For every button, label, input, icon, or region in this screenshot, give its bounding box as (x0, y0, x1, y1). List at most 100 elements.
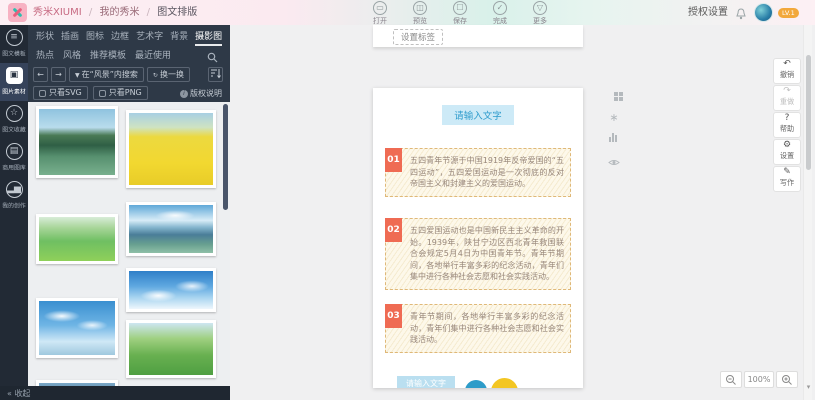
settings-button[interactable]: ⚙ 设置 (773, 139, 801, 165)
footer-text-placeholder[interactable]: 请输入文字 (397, 376, 455, 388)
only-png-label: 只看PNG (109, 87, 142, 99)
zoom-out-button[interactable] (720, 371, 742, 388)
finish-button[interactable]: ✓ 完成 (480, 1, 520, 26)
only-svg-toggle[interactable]: 只看SVG (33, 86, 88, 100)
more-button[interactable]: ▽ 更多 (520, 1, 560, 26)
numbered-text-block[interactable]: 03 青年节期间，各地举行丰富多彩的纪念活动，青年们集中进行各种社会志愿和社会实… (385, 304, 571, 353)
right-toolbar: ↶ 撤销 ↷ 重做 ? 帮助 ⚙ 设置 ✎ 写作 (773, 58, 801, 193)
scrollbar-thumb[interactable] (806, 55, 811, 170)
photo-thumbnail[interactable] (126, 110, 216, 188)
search-in-label: 在“风景”内搜索 (82, 70, 138, 79)
document-page[interactable]: 请输入文字 01 五四青年节源于中国1919年反帝爱国的“五四运动”，五四爱国运… (373, 88, 583, 388)
zoom-in-button[interactable] (776, 371, 798, 388)
grid-icon[interactable] (606, 92, 622, 111)
sidebar-item-images[interactable]: ▣ 图片素材 (0, 63, 28, 101)
funnel-icon: ▼ (75, 72, 80, 79)
sidebar-item-my-works[interactable]: ▂▅ 我的创作 (0, 177, 28, 215)
sidebar-label: 图片素材 (1, 87, 26, 96)
zoom-level[interactable]: 100% (744, 371, 774, 388)
photo-image (129, 205, 213, 253)
sidebar-label: 我的创作 (1, 201, 26, 210)
photo-thumbnail[interactable] (36, 106, 118, 178)
sort-button[interactable] (208, 67, 223, 82)
help-icon: ? (774, 113, 800, 124)
shuffle-button[interactable]: ↻换一换 (147, 67, 190, 82)
copyright-info-link[interactable]: i 版权说明 (180, 88, 222, 99)
top-bar: 秀米XIUMI / 我的秀米 / 图文排版 ▭ 打开 ◫ 预览 ☐ 保存 ✓ 完… (0, 0, 815, 25)
decorative-circle-yellow[interactable] (491, 378, 518, 388)
redo-button[interactable]: ↷ 重做 (773, 85, 801, 111)
back-button[interactable]: ← (33, 67, 48, 82)
only-png-toggle[interactable]: 只看PNG (93, 86, 148, 100)
tab-recommended[interactable]: 推荐模板 (90, 48, 126, 61)
save-icon: ☐ (453, 1, 467, 15)
set-tags-button[interactable]: 设置标签 (393, 29, 443, 45)
canvas-side-tools: ∗ (606, 92, 622, 171)
flower-icon[interactable]: ∗ (606, 111, 622, 130)
undo-icon: ↶ (774, 59, 800, 70)
nav-layout[interactable]: 图文排版 (157, 7, 197, 18)
photo-thumbnail[interactable] (126, 320, 216, 378)
shuffle-label: 换一换 (160, 70, 184, 79)
tab-icons[interactable]: 图标 (86, 29, 104, 46)
auth-settings-link[interactable]: 授权设置 (688, 0, 728, 25)
tab-recent[interactable]: 最近使用 (135, 48, 171, 61)
block-text[interactable]: 青年节期间，各地举行丰富多彩的纪念活动，青年们集中进行各种社会志愿和社会实践活动… (408, 305, 570, 352)
eye-icon[interactable] (606, 152, 622, 171)
help-button[interactable]: ? 帮助 (773, 112, 801, 138)
panel-scrollbar[interactable] (223, 104, 228, 210)
sidebar-item-templates[interactable]: ≡ 图文模板 (0, 25, 28, 63)
nav-my-xiumi[interactable]: 我的秀米 (99, 7, 139, 18)
photo-thumbnail[interactable] (36, 298, 118, 358)
gear-icon: ⚙ (774, 140, 800, 151)
tab-illustrations[interactable]: 插画 (61, 29, 79, 46)
breadcrumb-separator: / (147, 7, 150, 18)
panel-filter-row: ← → ▼在“风景”内搜索 ↻换一换 (33, 67, 190, 82)
title-placeholder[interactable]: 请输入文字 (442, 105, 514, 125)
decorative-circle-blue[interactable] (465, 380, 487, 388)
photo-image (129, 271, 213, 309)
block-text[interactable]: 五四青年节源于中国1919年反帝爱国的“五四运动”，五四爱国运动是一次彻底的反对… (408, 149, 570, 196)
brand-link[interactable]: 秀米XIUMI (33, 7, 82, 18)
tab-shapes[interactable]: 形状 (36, 29, 54, 46)
numbered-text-block[interactable]: 01 五四青年节源于中国1919年反帝爱国的“五四运动”，五四爱国运动是一次彻底… (385, 148, 571, 197)
notification-bell-icon[interactable] (735, 6, 747, 25)
page-scrollbar[interactable]: ▾ (803, 25, 812, 400)
tab-photography[interactable]: 摄影图 (195, 29, 222, 46)
search-in-category-button[interactable]: ▼在“风景”内搜索 (69, 67, 144, 82)
search-icon[interactable] (207, 48, 218, 67)
scroll-down-arrow-icon[interactable]: ▾ (804, 383, 813, 391)
sidebar-item-library[interactable]: ▤ 商用图库 (0, 139, 28, 177)
forward-button[interactable]: → (51, 67, 66, 82)
numbered-text-block[interactable]: 02 五四爱国运动也是中国新民主主义革命的开始。1939年，陕甘宁边区西北青年救… (385, 218, 571, 290)
write-button[interactable]: ✎ 写作 (773, 166, 801, 192)
sidebar-item-favorites[interactable]: ☆ 图文收藏 (0, 101, 28, 139)
save-button[interactable]: ☐ 保存 (440, 1, 480, 26)
photo-thumbnail[interactable] (36, 214, 118, 264)
user-avatar[interactable] (754, 3, 773, 22)
works-icon: ▂▅ (6, 181, 23, 198)
collapse-panel-button[interactable]: « 收起 (7, 388, 30, 399)
block-text[interactable]: 五四爱国运动也是中国新民主主义革命的开始。1939年，陕甘宁边区西北青年救国联合… (408, 219, 570, 289)
breadcrumb-separator: / (89, 7, 92, 18)
tab-borders[interactable]: 边框 (111, 29, 129, 46)
preview-button[interactable]: ◫ 预览 (400, 1, 440, 26)
photo-thumbnail[interactable] (126, 268, 216, 312)
xiumi-logo[interactable] (8, 3, 27, 22)
title-row: 请输入文字 (373, 104, 583, 125)
open-button[interactable]: ▭ 打开 (360, 1, 400, 26)
undo-label: 撤销 (775, 70, 800, 79)
settings-label: 设置 (775, 151, 800, 160)
redo-label: 重做 (775, 97, 800, 106)
tab-hot[interactable]: 热点 (36, 48, 54, 61)
tab-backgrounds[interactable]: 背景 (170, 29, 188, 46)
tab-wordart[interactable]: 艺术字 (136, 29, 163, 46)
chart-icon[interactable] (606, 133, 622, 152)
photo-thumbnail[interactable] (126, 202, 216, 256)
tab-style[interactable]: 风格 (63, 48, 81, 61)
check-icon: ✓ (493, 1, 507, 15)
photo-image (39, 301, 115, 355)
photo-image (129, 113, 213, 185)
zoom-controls: 100% (720, 371, 798, 388)
undo-button[interactable]: ↶ 撤销 (773, 58, 801, 84)
